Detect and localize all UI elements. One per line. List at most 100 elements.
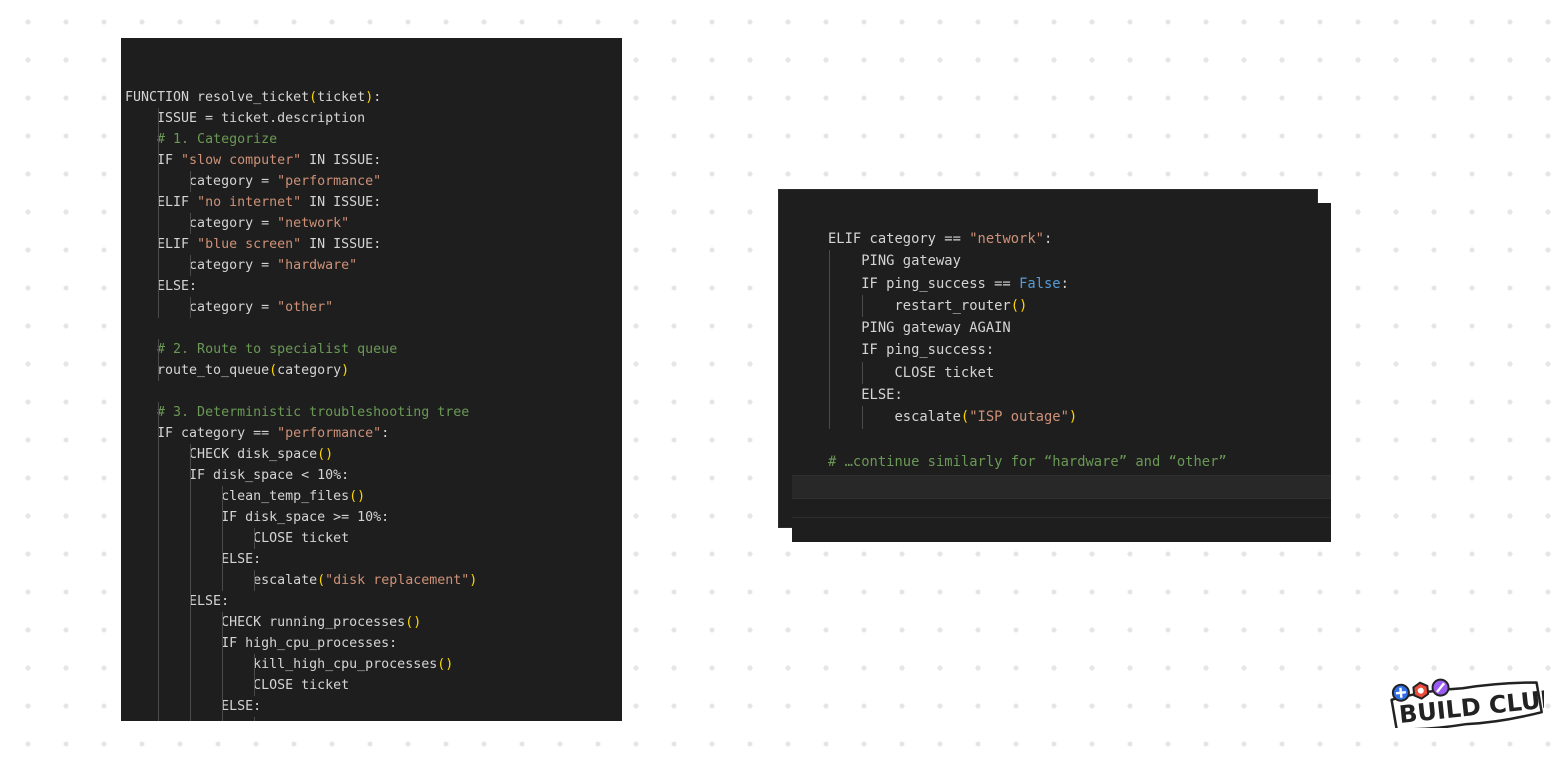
indent-guide — [254, 654, 256, 675]
indent-guide — [190, 591, 192, 612]
indent-guide — [158, 171, 159, 192]
code-line: IF high_cpu_processes: — [125, 633, 485, 654]
code-token: : — [373, 90, 382, 105]
indent-guide — [158, 486, 159, 507]
code-token: "deep malware scan" — [325, 720, 477, 721]
indent-guide — [190, 675, 192, 696]
code-line: escalate("ISP outage") — [828, 406, 1227, 429]
indent-guide — [158, 591, 159, 612]
code-token: category — [277, 363, 342, 378]
code-token: # 2. Route to specialist queue — [157, 342, 398, 357]
indent-guide — [190, 654, 192, 675]
code-token: : — [381, 426, 390, 441]
code-token: category = — [125, 258, 278, 273]
indent-guide — [190, 297, 192, 318]
code-token: IN ISSUE: — [301, 153, 382, 168]
code-line: escalate("disk replacement") — [125, 570, 485, 591]
indent-guide — [862, 406, 864, 429]
code-token: ( — [960, 409, 970, 426]
indent-guide — [158, 192, 159, 213]
code-line: ELIF "no internet" IN ISSUE: — [125, 192, 485, 213]
code-token: ELIF category == — [828, 231, 970, 247]
code-line: restart_router() — [828, 294, 1227, 318]
code-line: ISSUE = ticket.description — [125, 108, 485, 129]
code-panel-right: ELIF category == "network": PING gateway… — [792, 203, 1331, 542]
code-panel-left: FUNCTION resolve_ticket(ticket): ISSUE =… — [121, 38, 622, 721]
indent-guide — [158, 465, 159, 486]
code-line: kill_high_cpu_processes() — [125, 654, 485, 675]
editor-divider — [792, 517, 1331, 518]
code-token: ISSUE = ticket.description — [125, 111, 366, 126]
code-token: () — [405, 615, 422, 630]
indent-guide — [254, 717, 256, 721]
code-line: # 2. Route to specialist queue — [125, 339, 485, 360]
code-line: category = "performance" — [125, 171, 485, 192]
indent-guide — [829, 272, 830, 295]
indent-guide — [158, 423, 159, 444]
code-line: IF disk_space >= 10%: — [125, 507, 485, 528]
indent-guide — [829, 406, 830, 429]
code-token: CLOSE ticket — [828, 364, 995, 381]
code-token: category = — [125, 300, 278, 315]
indent-guide — [190, 570, 192, 591]
code-token: # …continue similarly for “hardware” and… — [828, 453, 1227, 470]
code-token: () — [317, 447, 334, 462]
code-token: "ISP outage" — [969, 409, 1069, 426]
code-token: "no internet" — [197, 195, 302, 210]
code-line: CHECK disk_space() — [125, 444, 485, 465]
code-token: FUNCTION resolve_ticket — [125, 90, 310, 105]
code-token: ticket — [317, 90, 366, 105]
code-token: escalate — [828, 409, 961, 426]
indent-guide — [222, 696, 224, 717]
code-line: CLOSE ticket — [125, 675, 485, 696]
code-line: ELSE: — [125, 696, 485, 717]
indent-guide — [829, 250, 830, 273]
indent-guide — [190, 507, 192, 528]
indent-guide — [158, 654, 159, 675]
code-line: ELSE: — [125, 549, 485, 570]
build-club-logo-mark: BUILD CLUB — [1390, 678, 1560, 731]
code-line: CLOSE ticket — [828, 361, 1227, 385]
code-line: IF category == "performance": — [125, 423, 485, 444]
code-token: # 3. Deterministic troubleshooting tree — [157, 405, 470, 420]
indent-guide — [158, 402, 159, 423]
code-line: category = "other" — [125, 297, 485, 318]
indent-guide — [158, 213, 159, 234]
indent-guide — [158, 570, 159, 591]
code-block-network-branch: ELIF category == "network": PING gateway… — [828, 228, 1227, 473]
code-line: category = "network" — [125, 213, 485, 234]
indent-guide — [829, 317, 830, 340]
indent-guide — [158, 675, 159, 696]
indent-guide — [158, 108, 159, 129]
code-token: ) — [1068, 409, 1078, 426]
indent-guide — [158, 234, 159, 255]
indent-guide — [829, 384, 830, 407]
indent-guide — [190, 171, 192, 192]
current-line-highlight — [792, 475, 1331, 499]
code-token: "disk replacement" — [325, 573, 470, 588]
indent-guide — [158, 507, 159, 528]
indent-guide — [190, 255, 192, 276]
code-token: IF ping_success == — [828, 275, 1020, 292]
code-line: ELIF category == "network": — [828, 228, 1227, 250]
indent-guide — [222, 675, 224, 696]
indent-guide — [862, 294, 864, 318]
indent-guide — [190, 444, 192, 465]
code-token: IF disk_space >= 10%: — [125, 510, 390, 525]
code-token: "blue screen" — [197, 237, 302, 252]
indent-guide — [222, 570, 224, 591]
indent-guide — [829, 339, 830, 362]
code-token: ( — [309, 90, 318, 105]
code-token: category = — [125, 174, 278, 189]
indent-guide — [190, 549, 192, 570]
code-token: ( — [317, 573, 326, 588]
code-token: : — [1043, 231, 1053, 247]
code-line: # 1. Categorize — [125, 129, 485, 150]
indent-guide — [254, 675, 256, 696]
code-token: ELIF — [125, 237, 198, 252]
code-line: IF disk_space < 10%: — [125, 465, 485, 486]
indent-guide — [190, 612, 192, 633]
code-token: () — [437, 657, 454, 672]
